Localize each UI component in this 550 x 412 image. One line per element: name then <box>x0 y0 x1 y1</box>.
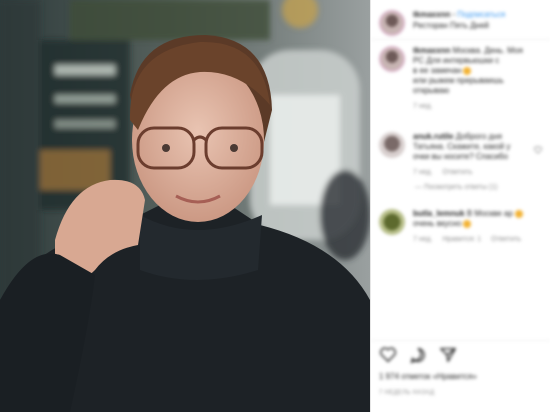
comment-text: Москва. День. Моя <box>452 46 523 55</box>
instagram-post: tkmaxxnn • Подписаться Ресторан Пять Дне… <box>0 0 550 412</box>
emoji-icon <box>514 209 523 218</box>
commenter-avatar[interactable] <box>379 209 405 235</box>
commenter-avatar[interactable] <box>379 46 405 72</box>
like-comment-heart-icon[interactable] <box>534 146 542 154</box>
divider <box>371 340 550 341</box>
likes-count[interactable]: 1 974 отметок «Нравится» <box>379 372 477 381</box>
action-bar <box>379 346 457 364</box>
comment-username[interactable]: tkmaxxnn <box>413 46 450 55</box>
comment-text: открываю <box>413 86 450 95</box>
share-icon[interactable] <box>439 346 457 364</box>
comment-time: 7 нед. <box>413 103 433 110</box>
comment-likes[interactable]: Нравится: 1 <box>442 235 481 245</box>
caption-comment: tkmaxxnn Москва. День. Моя РС Для интерв… <box>371 40 550 112</box>
post-photo[interactable] <box>0 0 370 412</box>
comment-text: Татьяна. Скажите, какой у <box>413 142 511 151</box>
comments-panel: tkmaxxnn • Подписаться Ресторан Пять Дне… <box>370 0 550 412</box>
follow-button[interactable]: Подписаться <box>457 10 505 19</box>
comment-time: 7 нед. <box>413 169 433 176</box>
view-replies-link[interactable]: — Посмотреть ответы (1) <box>371 178 550 191</box>
comment-item: anuk.rutile Доброго дня Татьяна. Скажите… <box>371 126 550 178</box>
emoji-icon <box>463 66 472 75</box>
post-header: tkmaxxnn • Подписаться Ресторан Пять Дне… <box>371 0 550 40</box>
reply-button[interactable]: Ответить <box>491 235 521 245</box>
post-image <box>0 0 370 412</box>
author-avatar[interactable] <box>379 10 405 36</box>
comment-username[interactable]: anuk.rutile <box>413 132 453 141</box>
post-location[interactable]: Ресторан Пять Дней <box>413 21 489 30</box>
reply-button[interactable]: Ответить <box>442 168 472 178</box>
heart-icon[interactable] <box>379 346 397 364</box>
comment-text: в ее замечан <box>413 66 462 75</box>
comment-username[interactable]: butla_lemnuk <box>413 209 465 218</box>
emoji-icon <box>463 219 472 228</box>
comment-text: РС Для интервьюшки с <box>413 56 500 65</box>
comment-text: очень вкусно <box>413 219 462 228</box>
comment-text: или рыжем прерываешь <box>413 76 504 85</box>
comment-text: Доброго дня <box>455 132 502 141</box>
post-date: 7 НЕДЕЛЬ НАЗАД <box>379 390 435 396</box>
comment-text: В Москве ар <box>466 209 513 218</box>
comment-time: 7 нед. <box>413 236 433 243</box>
author-username[interactable]: tkmaxxnn <box>413 10 450 19</box>
comment-icon[interactable] <box>409 346 427 364</box>
comment-text: очки вы носите? Спасибо <box>413 152 508 161</box>
comment-item: butla_lemnuk В Москве ар очень вкусно 7 … <box>371 203 550 245</box>
commenter-avatar[interactable] <box>379 132 405 158</box>
